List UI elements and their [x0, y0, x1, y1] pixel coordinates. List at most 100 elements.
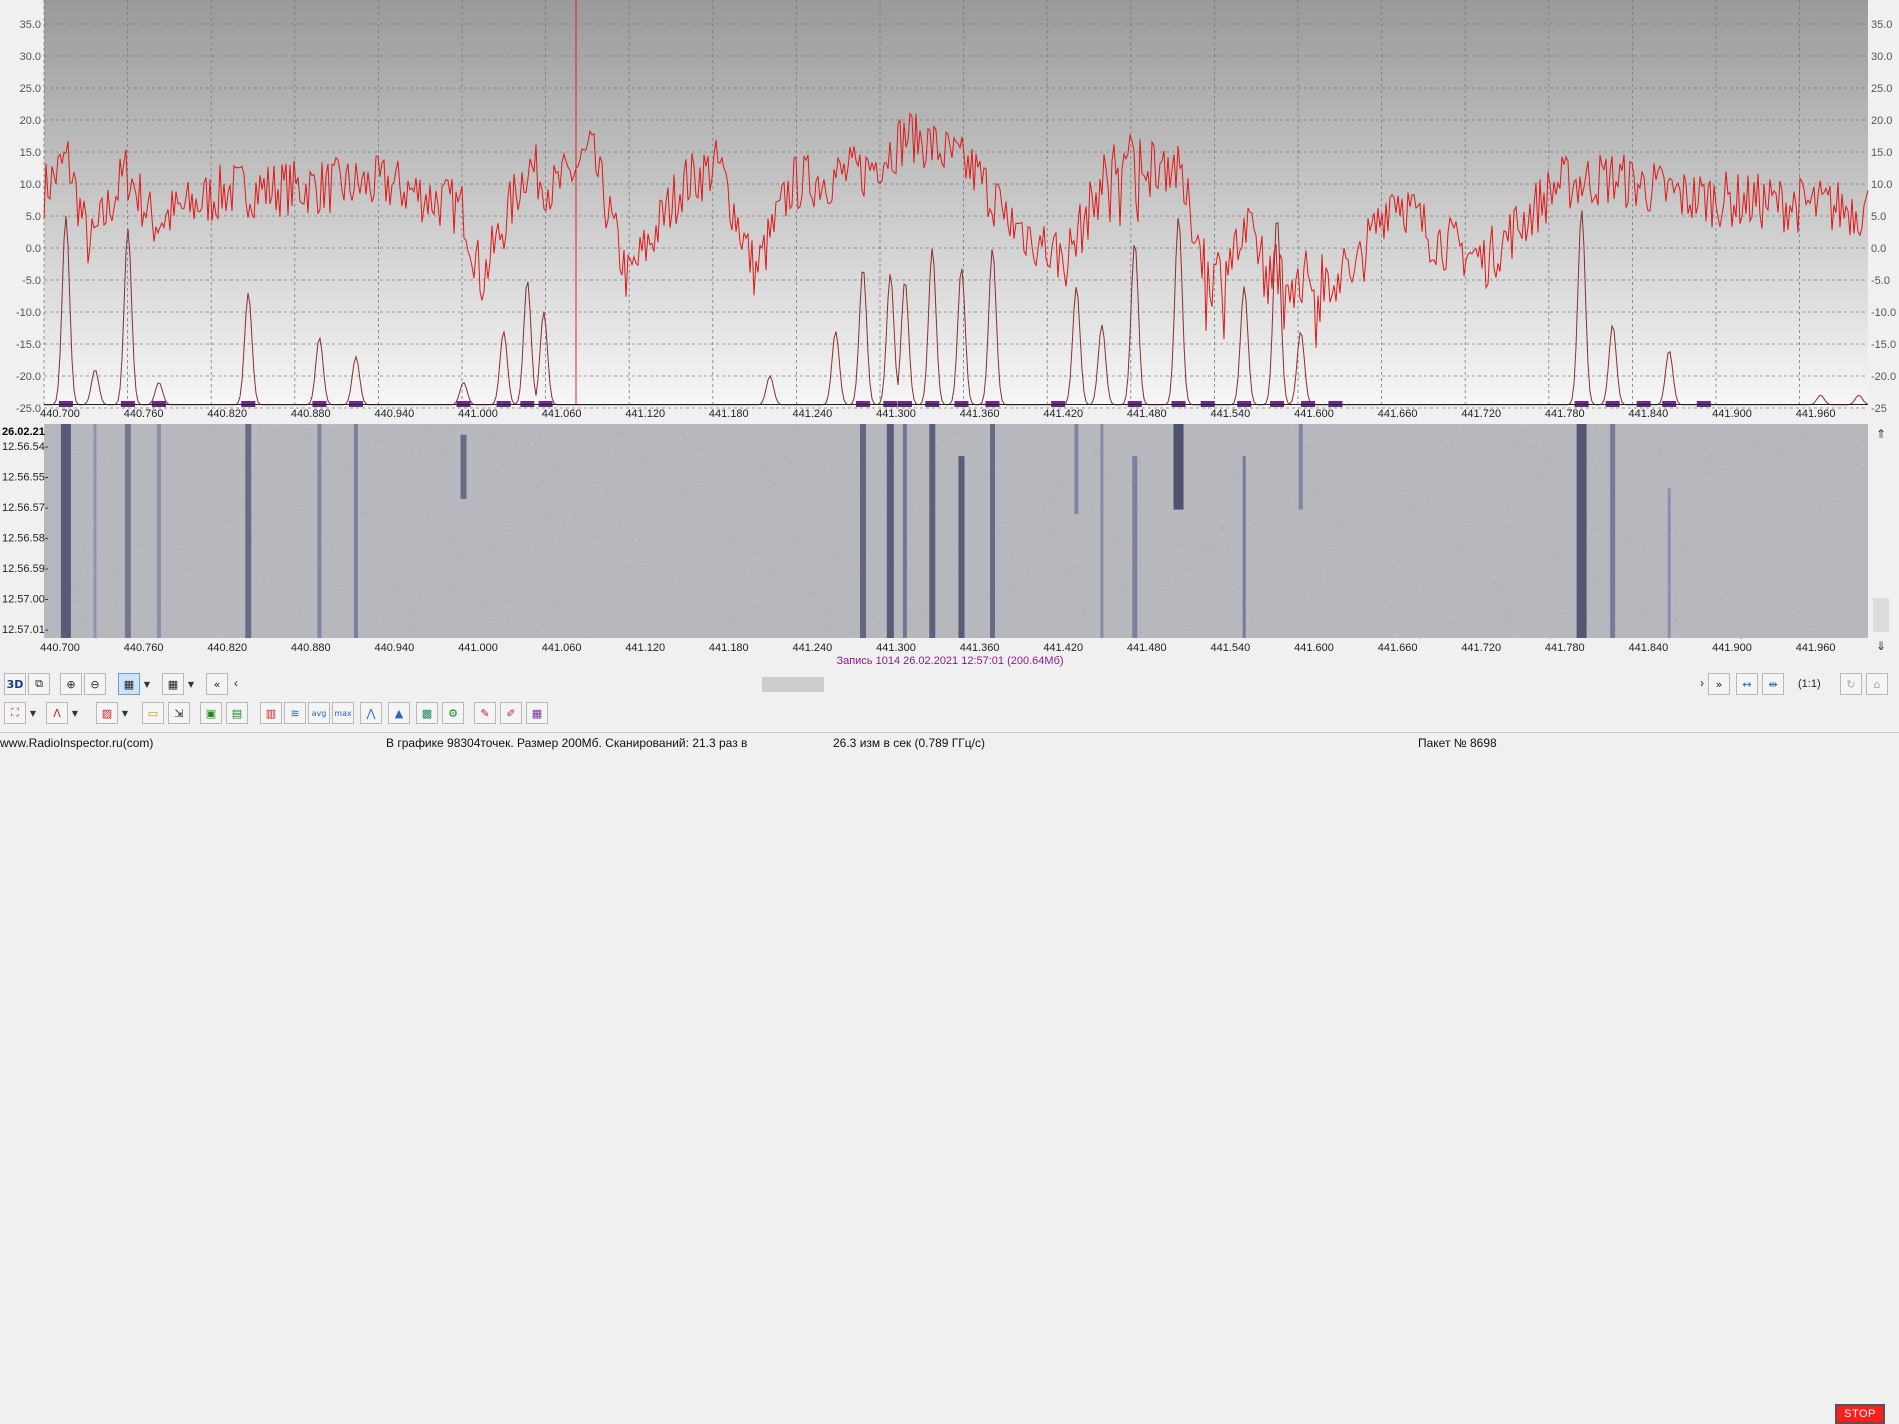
multi-trace-icon[interactable]: ⋀: [360, 702, 382, 724]
waterfall-x-tick: 440.880: [291, 642, 331, 654]
y-tick-label-right: -25: [1871, 403, 1887, 415]
scroll-left-fast-icon[interactable]: «: [206, 673, 228, 695]
3d-button[interactable]: 3D: [4, 673, 26, 695]
signal-streak: [886, 424, 894, 638]
y-tick-label: 35.0: [20, 19, 41, 31]
color-map-icon[interactable]: ▩: [416, 702, 438, 724]
x-tick-label: 441.240: [793, 408, 833, 420]
notes-icon[interactable]: ✐: [500, 702, 522, 724]
zoom-out-icon[interactable]: ⊖: [84, 673, 106, 695]
scroll-thumb[interactable]: [762, 677, 824, 692]
status-site[interactable]: www.RadioInspector.ru(com): [0, 734, 153, 752]
signal-streak: [353, 424, 358, 638]
peak-hold-icon[interactable]: max: [332, 702, 354, 724]
waterfall-time-label: 12.57.01-: [2, 624, 49, 636]
copy-icon[interactable]: ⧉: [28, 673, 50, 695]
waterfall-time-label: 12.56.54-: [2, 441, 49, 453]
waterfall-x-tick: 441.540: [1211, 642, 1251, 654]
x-tick-label: 441.120: [625, 408, 665, 420]
shrink-horizontal-icon[interactable]: ⇹: [1762, 673, 1784, 695]
chevron-down-icon[interactable]: ▼: [70, 702, 80, 724]
waterfall-panel[interactable]: 440.700 440.760 440.820 440.880 440.940 441.0…: [0, 420, 1899, 668]
signal-streak: [60, 424, 71, 638]
signal-streak: [989, 424, 995, 638]
waterfall-x-tick: 440.820: [207, 642, 247, 654]
y-tick-label-right: -20.0: [1871, 371, 1896, 383]
x-tick-label: 440.940: [375, 408, 415, 420]
waterfall-x-tick: 440.760: [124, 642, 164, 654]
horizontal-scrollbar[interactable]: ‹ ›: [232, 676, 1706, 693]
chevron-down-icon[interactable]: ▼: [142, 673, 152, 695]
record-list-icon[interactable]: ▤: [226, 702, 248, 724]
status-rate: 26.3 изм в сек (0.789 ГГц/с): [833, 736, 986, 750]
spectrum-chart[interactable]: 35.0 35.0 30.0 30.0 25.0 25.0 20.0 20.0 15.0 15.0…: [0, 0, 1899, 420]
waterfall-x-tick: 441.780: [1545, 642, 1585, 654]
y-tick-label-right: -5.0: [1871, 275, 1890, 287]
y-tick-label: 5.0: [26, 211, 41, 223]
y-tick-label: 25.0: [20, 83, 41, 95]
x-tick-label: 441.060: [542, 408, 582, 420]
waterfall-x-tick: 441.840: [1629, 642, 1669, 654]
signal-streak: [460, 434, 467, 499]
x-tick-label: 441.480: [1127, 408, 1167, 420]
y-tick-label: -25.0: [16, 403, 41, 415]
waterfall-time-label: 12.56.59-: [2, 563, 49, 575]
stop-button[interactable]: STOP: [1835, 1404, 1885, 1424]
waterfall-scroll-thumb: [1873, 598, 1889, 632]
x-tick-label: 441.660: [1378, 408, 1418, 420]
spectrum-mode-icon[interactable]: ⛶: [4, 702, 26, 724]
home-icon[interactable]: ⌂: [1866, 673, 1888, 695]
signal-streak: [1242, 456, 1246, 638]
graph-scale-icon[interactable]: ▦: [118, 673, 140, 695]
chevron-down-icon[interactable]: ▼: [120, 702, 130, 724]
x-tick-label: 441.360: [960, 408, 1000, 420]
y-tick-label-right: 10.0: [1871, 179, 1892, 191]
palette-icon[interactable]: ▦: [526, 702, 548, 724]
scroll-up-fast-icon: ⇑: [1876, 427, 1886, 441]
graph-mode-icon[interactable]: ▦: [162, 673, 184, 695]
record-green-icon[interactable]: ▣: [200, 702, 222, 724]
waterfall-date: 26.02.21: [2, 426, 45, 438]
signal-streak: [1667, 488, 1671, 638]
signal-streak: [1132, 456, 1138, 638]
signal-streak: [317, 424, 322, 638]
scroll-right-fast-icon[interactable]: »: [1708, 673, 1730, 695]
zoom-in-icon[interactable]: ⊕: [60, 673, 82, 695]
y-tick-label: 15.0: [20, 147, 41, 159]
status-info: В графике 98304точек. Размер 200Мб. Скан…: [386, 736, 748, 750]
y-tick-label-right: -15.0: [1871, 339, 1896, 351]
average-icon[interactable]: avg: [308, 702, 330, 724]
waterfall-x-tick: 441.480: [1127, 642, 1167, 654]
trace-style-icon[interactable]: Λ: [46, 702, 68, 724]
chevron-down-icon[interactable]: ▼: [28, 702, 38, 724]
chart-options-icon[interactable]: ▨: [96, 702, 118, 724]
edit-pencil-icon[interactable]: ✎: [474, 702, 496, 724]
redo-icon[interactable]: ↻: [1840, 673, 1862, 695]
overlay-icon[interactable]: ≋: [284, 702, 306, 724]
folder-icon[interactable]: ▭: [142, 702, 164, 724]
zoom-ratio[interactable]: (1:1): [1798, 678, 1821, 690]
export-icon[interactable]: ⇲: [168, 702, 190, 724]
x-tick-label: 441.000: [458, 408, 498, 420]
signal-streak: [1298, 424, 1303, 510]
waterfall-x-tick: 441.240: [793, 642, 833, 654]
scroll-left-arrow[interactable]: ‹: [234, 676, 238, 690]
waterfall-x-tick: 441.120: [625, 642, 665, 654]
x-tick-label: 441.840: [1629, 408, 1669, 420]
x-tick-label: 440.760: [124, 408, 164, 420]
x-tick-label: 441.600: [1294, 408, 1334, 420]
waterfall-x-tick: 441.360: [960, 642, 1000, 654]
scroll-right-arrow[interactable]: ›: [1700, 676, 1704, 690]
settings-gear-icon[interactable]: ⚙: [442, 702, 464, 724]
x-tick-label: 441.180: [709, 408, 749, 420]
y-tick-label-right: 30.0: [1871, 51, 1892, 63]
y-tick-label-right: 15.0: [1871, 147, 1892, 159]
chevron-down-icon[interactable]: ▼: [186, 673, 196, 695]
y-tick-label: 0.0: [26, 243, 41, 255]
filter-red-icon[interactable]: ▥: [260, 702, 282, 724]
spectrum-view-icon[interactable]: ▲: [388, 702, 410, 724]
expand-horizontal-icon[interactable]: ↔: [1736, 673, 1758, 695]
y-tick-label-right: 0.0: [1871, 243, 1886, 255]
waterfall-x-tick: 441.960: [1796, 642, 1836, 654]
signal-streak: [1576, 424, 1587, 638]
